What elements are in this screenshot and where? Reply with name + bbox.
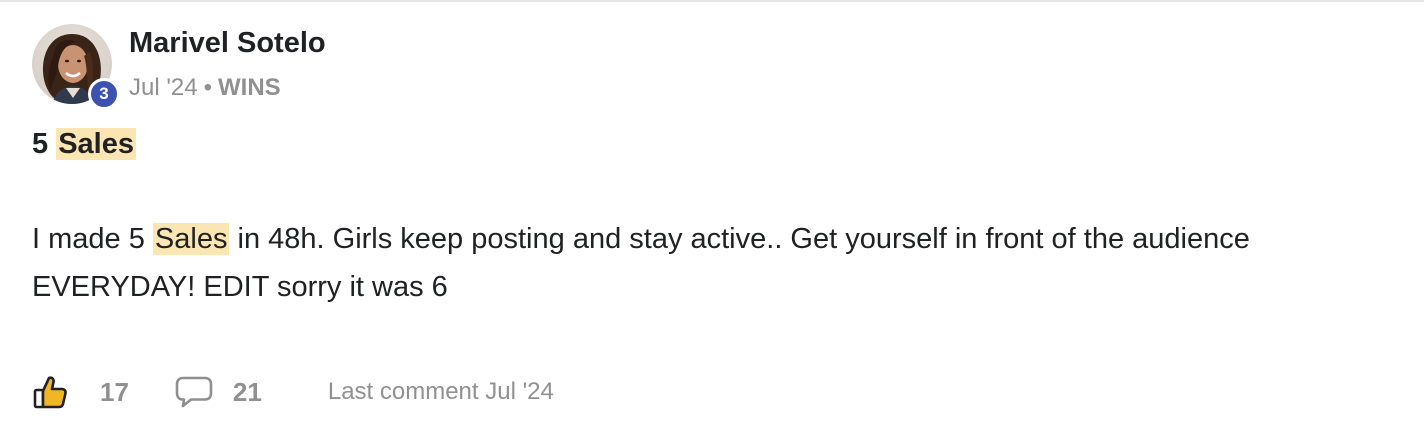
level-badge: 3 xyxy=(88,78,120,110)
post-meta: Jul '24 • WINS xyxy=(129,74,281,102)
author-avatar-wrapper[interactable]: 3 xyxy=(32,24,120,110)
title-highlight: Sales xyxy=(56,128,136,160)
body-line1-prefix: I made 5 xyxy=(32,223,145,255)
speech-bubble-icon xyxy=(175,376,213,408)
post-card[interactable]: 3 Marivel Sotelo Jul '24 • WINS 5 Sales … xyxy=(0,0,1424,442)
post-footer: 17 21 Last comment Jul '24 xyxy=(32,370,554,414)
body-line1-suffix: in 48h. Girls keep posting and stay acti… xyxy=(237,223,1250,255)
like-count: 17 xyxy=(100,376,129,407)
post-category[interactable]: WINS xyxy=(218,74,281,102)
body-line-2: EVERYDAY! EDIT sorry it was 6 xyxy=(32,271,448,303)
body-line-1: I made 5 Sales in 48h. Girls keep postin… xyxy=(32,215,1392,263)
title-prefix: 5 xyxy=(32,128,49,160)
last-comment-info: Last comment Jul '24 xyxy=(327,378,554,405)
meta-separator: • xyxy=(203,74,213,101)
body-line1-highlight: Sales xyxy=(152,223,230,255)
thumbs-up-icon xyxy=(33,376,67,409)
post-date[interactable]: Jul '24 xyxy=(129,74,198,102)
post-title[interactable]: 5 Sales xyxy=(32,128,136,161)
comment-button[interactable]: 21 xyxy=(175,375,262,409)
author-name[interactable]: Marivel Sotelo xyxy=(129,27,326,60)
like-button[interactable]: 17 xyxy=(32,374,129,410)
comment-count: 21 xyxy=(232,376,262,407)
post-body: I made 5 Sales in 48h. Girls keep postin… xyxy=(32,215,1392,311)
